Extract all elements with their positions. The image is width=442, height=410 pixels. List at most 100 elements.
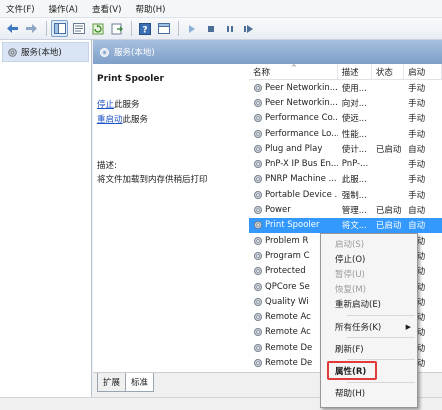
toolbar-separator <box>178 21 179 36</box>
back-arrow-icon[interactable] <box>4 20 21 37</box>
service-name-cell: Performance Lo... <box>249 129 338 139</box>
table-row[interactable]: Performance Lo... 性能... 手动 <box>249 126 442 141</box>
table-row[interactable]: Performance Co... 使远... 手动 <box>249 111 442 126</box>
restart-service-line: 重启动此服务 <box>97 113 245 125</box>
service-gear-icon <box>253 282 263 292</box>
menu-item-resume[interactable]: 恢复(M) <box>321 282 417 297</box>
properties-highlight-box <box>327 361 377 381</box>
service-gear-icon <box>253 190 263 200</box>
services-gear-icon <box>8 47 17 57</box>
help-icon[interactable]: ? <box>136 20 153 37</box>
table-row[interactable]: Print Spooler 将文... 已启动 自动 <box>249 217 442 233</box>
menu-help[interactable]: 帮助(H) <box>135 3 165 15</box>
pane-title: 服务(本地) <box>114 48 155 58</box>
menu-item-help[interactable]: 帮助(H) <box>321 386 417 401</box>
service-name: Problem R <box>265 235 309 246</box>
service-description: 将文... <box>341 221 367 232</box>
menu-item-stop[interactable]: 停止(O) <box>321 251 417 266</box>
service-gear-icon <box>253 312 263 322</box>
service-name: Print Spooler <box>265 220 320 231</box>
service-name: PnP-X IP Bus En... <box>265 159 338 170</box>
table-row[interactable]: Power 管理... 已启动 自动 <box>249 202 442 217</box>
service-name-cell: Power <box>249 205 338 215</box>
service-gear-icon <box>253 266 263 276</box>
properties-icon[interactable] <box>70 20 87 37</box>
stop-service-link[interactable]: 停止 <box>97 100 114 110</box>
play-icon[interactable] <box>183 20 200 37</box>
service-description: 强制... <box>341 190 367 201</box>
sort-arrow-icon: ^ <box>291 64 297 72</box>
service-name: Peer Networkin... <box>265 97 338 108</box>
menu-item-start[interactable]: 启动(S) <box>321 236 417 251</box>
service-startup-type: 手动 <box>408 160 426 171</box>
description-pane: Print Spooler 停止此服务 重启动此服务 描述: 将文件加载到内存供… <box>93 64 249 372</box>
menu-view[interactable]: 查看(V) <box>92 3 121 15</box>
service-name-title: Print Spooler <box>97 74 164 84</box>
service-description: 使计... <box>341 144 367 155</box>
service-startup-type: 自动 <box>408 144 426 155</box>
service-gear-icon <box>253 98 263 108</box>
stop-icon[interactable] <box>202 20 219 37</box>
submenu-arrow-icon: ▶ <box>405 322 411 331</box>
service-name: PNRP Machine ... <box>265 174 337 185</box>
service-gear-icon <box>253 83 263 93</box>
column-header-description[interactable]: 描述 <box>338 64 372 79</box>
service-name-cell: Print Spooler <box>249 220 338 230</box>
tree-pane: 服务(本地) <box>0 40 92 397</box>
menu-action[interactable]: 操作(A) <box>49 3 78 15</box>
column-header-name[interactable]: 名称 ^ <box>249 64 338 79</box>
service-name: QPCore Se <box>265 281 310 292</box>
stop-service-line: 停止此服务 <box>97 98 245 110</box>
menu-file[interactable]: 文件(F) <box>6 3 35 15</box>
service-gear-icon <box>253 327 263 337</box>
menu-item-pause[interactable]: 暂停(U) <box>321 266 417 281</box>
service-gear-icon <box>253 113 263 123</box>
service-gear-icon <box>253 159 263 169</box>
table-row[interactable]: Portable Device ... 强制... 手动 <box>249 187 442 202</box>
menu-item-all-tasks[interactable]: 所有任务(K) ▶ <box>321 319 417 334</box>
service-gear-icon <box>253 129 263 139</box>
forward-arrow-icon[interactable] <box>23 20 40 37</box>
service-name: Power <box>265 205 291 216</box>
table-row[interactable]: PnP-X IP Bus En... PnP-... 手动 <box>249 156 442 171</box>
service-description: 使用... <box>341 83 367 94</box>
service-gear-icon <box>253 220 263 230</box>
service-startup-type: 手动 <box>408 83 426 94</box>
tree-node-services-local[interactable]: 服务(本地) <box>2 42 89 62</box>
menu-separator <box>347 359 415 361</box>
refresh-icon[interactable] <box>89 20 106 37</box>
menu-separator <box>347 314 415 316</box>
table-row[interactable]: PNRP Machine ... 此服... 手动 <box>249 172 442 187</box>
service-name: Remote Ac <box>265 312 311 323</box>
restart-service-link[interactable]: 重启动 <box>97 115 123 125</box>
service-gear-icon <box>253 297 263 307</box>
service-status: 已启动 <box>375 221 402 232</box>
services-header-icon <box>100 47 109 57</box>
show-hide-tree-icon[interactable] <box>51 20 68 37</box>
pause-icon[interactable] <box>221 20 238 37</box>
service-description: 此服... <box>341 175 367 186</box>
toolbar: ? <box>0 18 442 40</box>
menu-item-refresh[interactable]: 刷新(F) <box>321 341 417 356</box>
menu-item-restart[interactable]: 重新启动(E) <box>321 297 417 312</box>
table-row[interactable]: Peer Networkin... 向对... 手动 <box>249 95 442 110</box>
tab-extended[interactable]: 扩展 <box>97 373 127 392</box>
service-name-cell: Performance Co... <box>249 113 338 123</box>
toggle-pane-icon[interactable] <box>155 20 172 37</box>
tab-standard[interactable]: 标准 <box>125 373 155 392</box>
service-name: Remote De <box>265 357 313 368</box>
column-header-status[interactable]: 状态 <box>372 64 405 79</box>
service-name: Performance Co... <box>265 113 338 124</box>
table-row[interactable]: Peer Networkin... 使用... 手动 <box>249 80 442 95</box>
menu-item-properties[interactable]: 属性(R) <box>321 361 417 381</box>
service-name: Quality Wi <box>265 296 309 307</box>
restart-icon[interactable] <box>240 20 257 37</box>
service-description: 使远... <box>341 114 367 125</box>
service-startup-type: 手动 <box>408 114 426 125</box>
service-name-cell: Peer Networkin... <box>249 83 338 93</box>
column-header-startup[interactable]: 启动 <box>404 64 442 79</box>
service-name-cell: PnP-X IP Bus En... <box>249 159 338 169</box>
export-icon[interactable] <box>108 20 125 37</box>
table-row[interactable]: Plug and Play 使计... 已启动 自动 <box>249 141 442 156</box>
service-name-cell: Portable Device ... <box>249 190 338 200</box>
